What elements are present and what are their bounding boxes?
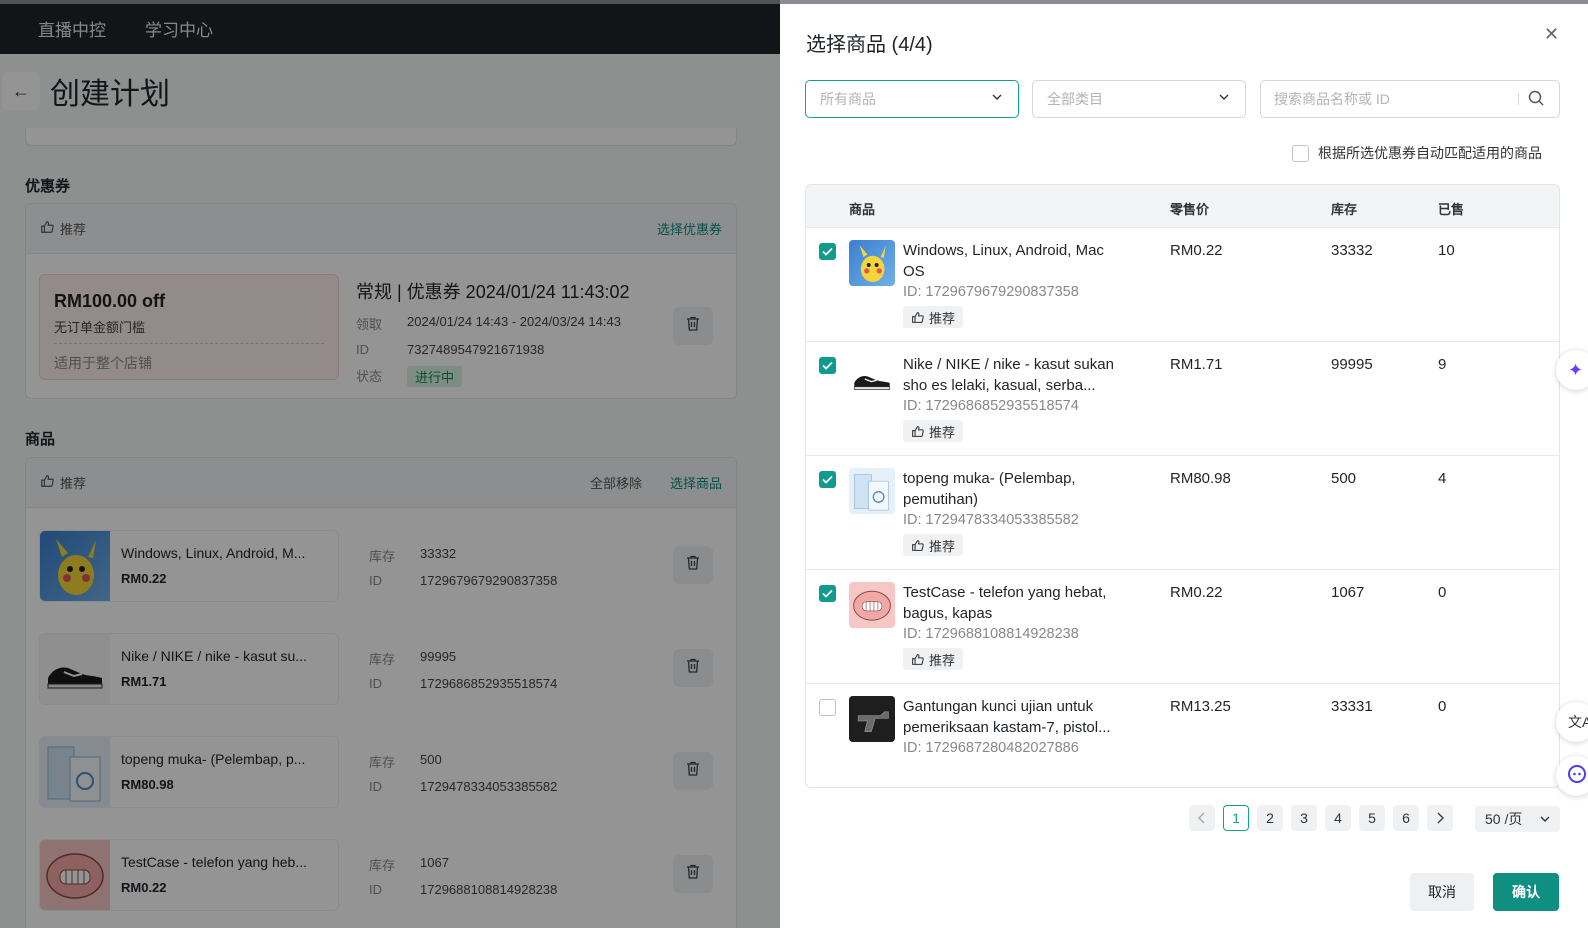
row-checkbox[interactable] bbox=[819, 585, 836, 602]
product-sold: 0 bbox=[1438, 698, 1447, 715]
check-icon bbox=[822, 589, 833, 598]
page-3-button[interactable]: 3 bbox=[1291, 805, 1317, 831]
table-row[interactable]: TestCase - telefon yang hebat, bagus, kap… bbox=[806, 569, 1559, 684]
product-scope-value: 所有商品 bbox=[820, 91, 876, 107]
search-icon[interactable] bbox=[1528, 90, 1544, 111]
page-5-button[interactable]: 5 bbox=[1359, 805, 1385, 831]
check-icon bbox=[822, 361, 833, 370]
check-icon bbox=[822, 247, 833, 256]
product-sold: 9 bbox=[1438, 356, 1447, 373]
prev-page-button[interactable] bbox=[1189, 805, 1215, 831]
bot-icon bbox=[1568, 764, 1586, 788]
recommend-tag: 推荐 bbox=[903, 306, 964, 328]
product-sold: 4 bbox=[1438, 470, 1447, 487]
product-id: ID: 1729478334053385582 bbox=[903, 512, 1079, 528]
product-price: RM0.22 bbox=[1170, 242, 1223, 259]
recommend-tag: 推荐 bbox=[903, 534, 964, 556]
product-name: Windows, Linux, Android, Mac OS bbox=[903, 242, 1104, 280]
product-id: ID: 1729687280482027886 bbox=[903, 740, 1079, 756]
select-products-drawer: 选择商品 (4/4) ✕ 所有商品 全部类目 根据所选优惠券自动匹配适用的商品 … bbox=[780, 4, 1588, 928]
confirm-button[interactable]: 确认 bbox=[1493, 873, 1559, 911]
row-checkbox[interactable] bbox=[819, 471, 836, 488]
category-select[interactable]: 全部类目 bbox=[1032, 80, 1246, 118]
column-product: 商品 bbox=[849, 202, 876, 217]
table-row[interactable]: Windows, Linux, Android, Mac OS ID: 17296… bbox=[806, 227, 1559, 342]
chevron-down-icon bbox=[992, 94, 1002, 100]
search-divider bbox=[1518, 93, 1519, 105]
product-id: ID: 1729679679290837358 bbox=[903, 284, 1079, 300]
thumbs-up-icon bbox=[912, 653, 924, 665]
row-checkbox[interactable] bbox=[819, 699, 836, 716]
recommend-tag: 推荐 bbox=[903, 420, 964, 442]
product-stock: 99995 bbox=[1331, 356, 1373, 373]
product-table: 商品 零售价 库存 已售 Windows, Linux, Android, Ma… bbox=[805, 184, 1560, 788]
product-price: RM80.98 bbox=[1170, 470, 1231, 487]
translate-icon: 文A bbox=[1568, 714, 1588, 730]
close-icon[interactable]: ✕ bbox=[1544, 24, 1559, 45]
product-name: TestCase - telefon yang hebat, bagus, kap… bbox=[903, 584, 1107, 622]
thumbs-up-icon bbox=[912, 539, 924, 551]
sparkle-icon: ✦ bbox=[1568, 359, 1584, 380]
product-sold: 0 bbox=[1438, 584, 1447, 601]
drawer-title: 选择商品 (4/4) bbox=[806, 34, 933, 56]
product-stock: 500 bbox=[1331, 470, 1357, 487]
product-id: ID: 1729688108814928238 bbox=[903, 626, 1079, 642]
thumbs-up-icon bbox=[912, 311, 924, 323]
column-sold: 已售 bbox=[1438, 202, 1465, 217]
auto-match-checkbox[interactable] bbox=[1292, 144, 1309, 162]
translate-button[interactable]: 文A bbox=[1556, 702, 1588, 742]
product-stock: 1067 bbox=[1331, 584, 1365, 601]
check-icon bbox=[822, 475, 833, 484]
product-name: Nike / NIKE / nike - kasut sukan sho es l… bbox=[903, 356, 1114, 394]
chevron-down-icon bbox=[1540, 816, 1550, 822]
table-row[interactable]: topeng muka- (Pelembap, pemutihan) ID: 17… bbox=[806, 455, 1559, 570]
row-checkbox[interactable] bbox=[819, 357, 836, 374]
product-price: RM0.22 bbox=[1170, 584, 1223, 601]
auto-match-option[interactable]: 根据所选优惠券自动匹配适用的商品 bbox=[1292, 143, 1542, 163]
recommend-tag: 推荐 bbox=[903, 648, 964, 670]
product-thumbnail-pikachu bbox=[849, 240, 895, 286]
product-id: ID: 1729686852935518574 bbox=[903, 398, 1079, 414]
product-price: RM13.25 bbox=[1170, 698, 1231, 715]
chat-bot-button[interactable] bbox=[1556, 756, 1588, 796]
product-stock: 33331 bbox=[1331, 698, 1373, 715]
column-stock: 库存 bbox=[1331, 202, 1358, 217]
column-price: 零售价 bbox=[1170, 202, 1210, 217]
category-value: 全部类目 bbox=[1047, 91, 1103, 107]
page-6-button[interactable]: 6 bbox=[1393, 805, 1419, 831]
product-sold: 10 bbox=[1438, 242, 1455, 259]
row-checkbox[interactable] bbox=[819, 243, 836, 260]
product-thumbnail-cartoon bbox=[849, 582, 895, 628]
pagination: 1 2 3 4 5 6 bbox=[1189, 805, 1461, 831]
page-size-value: 50 /页 bbox=[1485, 811, 1523, 827]
modal-overlay[interactable] bbox=[0, 0, 780, 928]
product-price: RM1.71 bbox=[1170, 356, 1223, 373]
table-row[interactable]: Gantungan kunci ujian untuk pemeriksaan k… bbox=[806, 683, 1559, 776]
product-thumbnail-keychain bbox=[849, 696, 895, 742]
table-header: 商品 零售价 库存 已售 bbox=[806, 185, 1559, 227]
page-1-button[interactable]: 1 bbox=[1223, 805, 1249, 831]
chevron-down-icon bbox=[1219, 94, 1229, 100]
product-name: Gantungan kunci ujian untuk pemeriksaan k… bbox=[903, 698, 1111, 736]
auto-match-label: 根据所选优惠券自动匹配适用的商品 bbox=[1318, 145, 1542, 161]
product-stock: 33332 bbox=[1331, 242, 1373, 259]
table-row[interactable]: Nike / NIKE / nike - kasut sukan sho es l… bbox=[806, 341, 1559, 456]
thumbs-up-icon bbox=[912, 425, 924, 437]
product-thumbnail-face-mask bbox=[849, 468, 895, 514]
chevron-right-icon bbox=[1437, 812, 1444, 824]
page-2-button[interactable]: 2 bbox=[1257, 805, 1283, 831]
next-page-button[interactable] bbox=[1427, 805, 1453, 831]
ai-assistant-button[interactable]: ✦ bbox=[1556, 350, 1588, 390]
chevron-left-icon bbox=[1198, 812, 1205, 824]
product-thumbnail-sneaker bbox=[849, 354, 895, 400]
cancel-button[interactable]: 取消 bbox=[1410, 873, 1474, 911]
page-size-select[interactable]: 50 /页 bbox=[1475, 806, 1560, 832]
product-name: topeng muka- (Pelembap, pemutihan) bbox=[903, 470, 1076, 508]
search-input[interactable] bbox=[1260, 80, 1560, 118]
page-4-button[interactable]: 4 bbox=[1325, 805, 1351, 831]
product-scope-select[interactable]: 所有商品 bbox=[805, 80, 1019, 118]
